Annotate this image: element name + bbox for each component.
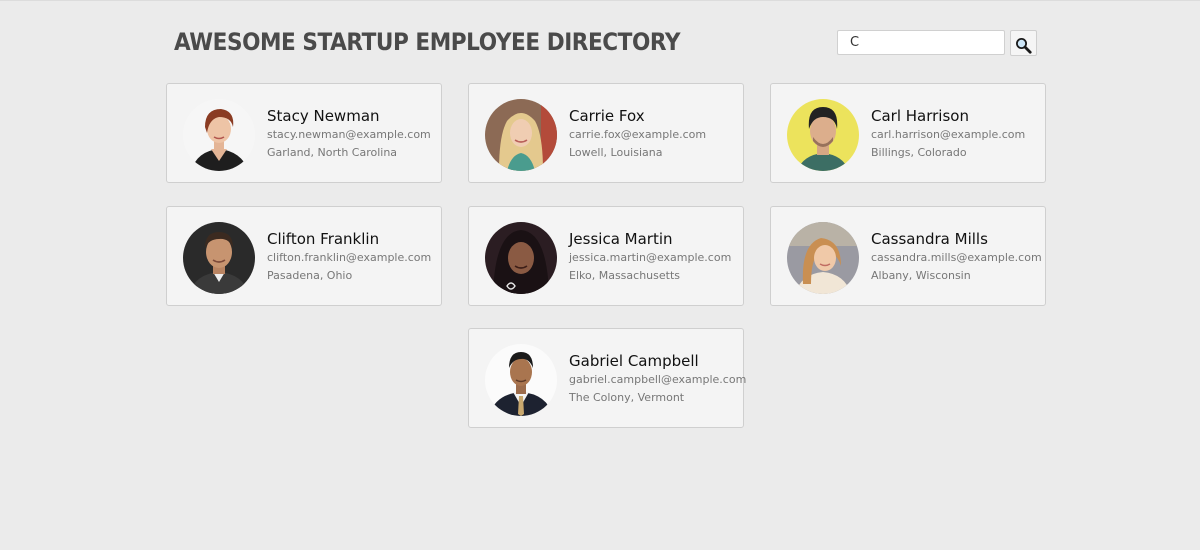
employee-email: cassandra.mills@example.com: [871, 251, 1042, 264]
employee-info: Stacy Newman stacy.newman@example.com Ga…: [267, 106, 439, 162]
employee-location: Lowell, Louisiana: [569, 146, 663, 159]
employee-name: Clifton Franklin: [267, 230, 380, 248]
employee-location: Billings, Colorado: [871, 146, 967, 159]
avatar: [485, 99, 557, 171]
employee-name: Jessica Martin: [569, 230, 673, 248]
employee-email: carrie.fox@example.com: [569, 128, 707, 141]
employee-name: Carrie Fox: [569, 107, 645, 125]
employee-location: Albany, Wisconsin: [871, 269, 971, 282]
avatar: [485, 344, 557, 416]
avatar: [485, 222, 557, 294]
employee-card[interactable]: Stacy Newman stacy.newman@example.com Ga…: [166, 83, 442, 183]
employee-name: Carl Harrison: [871, 107, 969, 125]
top-divider: [0, 0, 1200, 1]
employee-info: Jessica Martin jessica.martin@example.co…: [569, 229, 741, 285]
employee-info: Gabriel Campbell gabriel.campbell@exampl…: [569, 351, 747, 407]
employee-card[interactable]: Gabriel Campbell gabriel.campbell@exampl…: [468, 328, 747, 428]
employee-location: Pasadena, Ohio: [267, 269, 353, 282]
employee-card[interactable]: Cassandra Mills cassandra.mills@example.…: [770, 206, 1046, 306]
employee-email: stacy.newman@example.com: [267, 128, 431, 141]
avatar: [183, 99, 255, 171]
employee-email: gabriel.campbell@example.com: [569, 373, 747, 386]
search-button[interactable]: [1010, 30, 1037, 56]
employee-card[interactable]: Carl Harrison carl.harrison@example.com …: [770, 83, 1046, 183]
employee-card[interactable]: Clifton Franklin clifton.franklin@exampl…: [166, 206, 442, 306]
avatar: [787, 99, 859, 171]
employee-location: Elko, Massachusetts: [569, 269, 680, 282]
employee-info: Carrie Fox carrie.fox@example.com Lowell…: [569, 106, 741, 162]
avatar: [183, 222, 255, 294]
employee-email: carl.harrison@example.com: [871, 128, 1026, 141]
avatar: [787, 222, 859, 294]
page-header: AWESOME STARTUP EMPLOYEE DIRECTORY: [174, 26, 1040, 60]
employee-name: Gabriel Campbell: [569, 352, 699, 370]
employee-card[interactable]: Carrie Fox carrie.fox@example.com Lowell…: [468, 83, 744, 183]
employee-name: Cassandra Mills: [871, 230, 988, 248]
page-title: AWESOME STARTUP EMPLOYEE DIRECTORY: [174, 28, 681, 56]
employee-name: Stacy Newman: [267, 107, 380, 125]
search-icon: [1016, 37, 1032, 54]
employee-info: Carl Harrison carl.harrison@example.com …: [871, 106, 1043, 162]
employee-info: Clifton Franklin clifton.franklin@exampl…: [267, 229, 439, 285]
employee-location: The Colony, Vermont: [569, 391, 685, 404]
search-input[interactable]: [837, 30, 1005, 55]
employee-email: jessica.martin@example.com: [569, 251, 732, 264]
employee-info: Cassandra Mills cassandra.mills@example.…: [871, 229, 1043, 285]
employee-card[interactable]: Jessica Martin jessica.martin@example.co…: [468, 206, 744, 306]
employee-location: Garland, North Carolina: [267, 146, 398, 159]
employee-email: clifton.franklin@example.com: [267, 251, 432, 264]
